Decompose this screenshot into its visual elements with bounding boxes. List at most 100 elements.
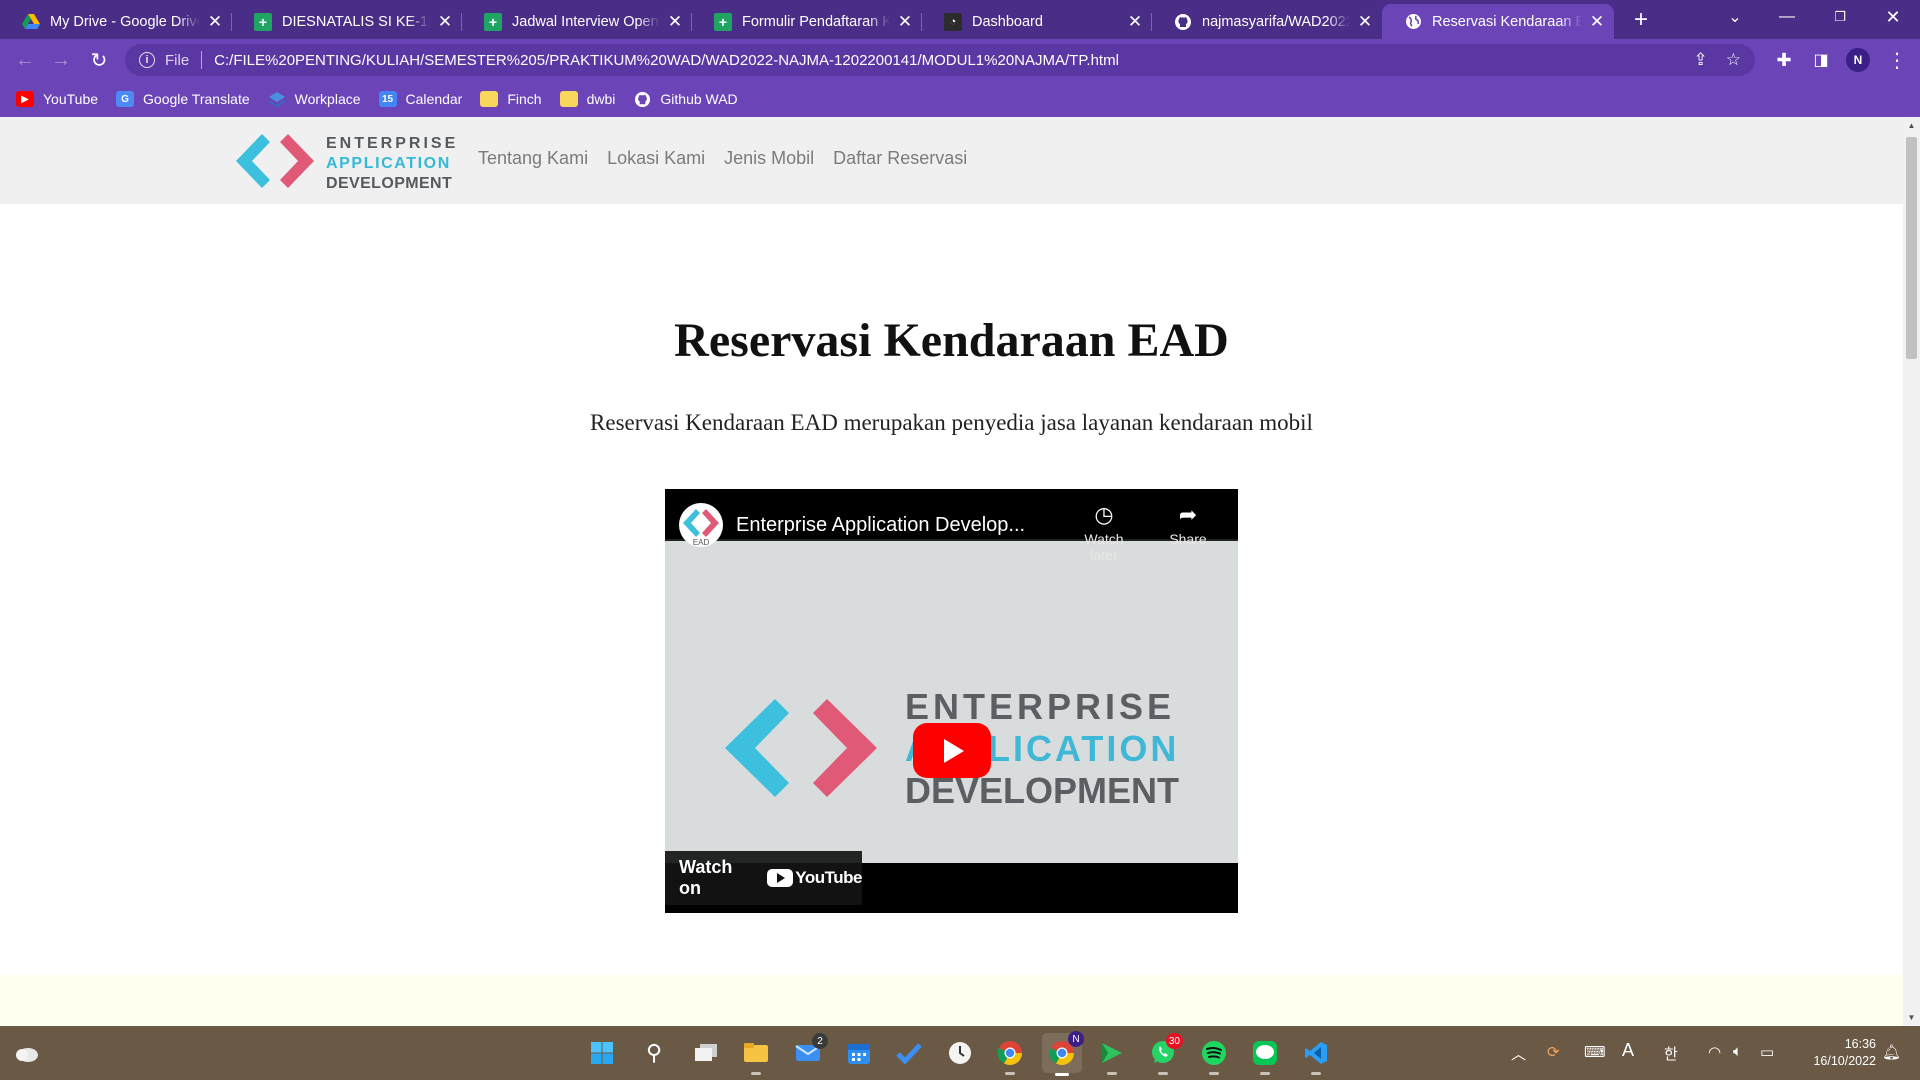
nav-tentang-kami[interactable]: Tentang Kami bbox=[478, 148, 588, 169]
search-icon[interactable]: ⚲ bbox=[638, 1037, 670, 1069]
close-window-button[interactable]: ✕ bbox=[1871, 0, 1915, 34]
close-tab-icon[interactable]: ✕ bbox=[436, 12, 454, 31]
notification-bell-icon[interactable]: 🔔︎ bbox=[1882, 1043, 1901, 1061]
clock-app-icon[interactable] bbox=[944, 1037, 976, 1069]
ime-language-label[interactable]: A bbox=[1622, 1040, 1634, 1061]
back-arrow-icon[interactable]: ← bbox=[10, 45, 40, 75]
close-tab-icon[interactable]: ✕ bbox=[896, 12, 914, 31]
nav-lokasi-kami[interactable]: Lokasi Kami bbox=[607, 148, 705, 169]
browser-toolbar: ← → ↻ i File C:/FILE%20PENTING/KULIAH/SE… bbox=[0, 39, 1920, 81]
close-tab-icon[interactable]: ✕ bbox=[206, 12, 224, 31]
tab-diesnatalis[interactable]: + DIESNATALIS SI KE-15 (2022) ✕ bbox=[232, 4, 462, 39]
bookmark-calendar[interactable]: 15 Calendar bbox=[378, 91, 462, 107]
wifi-icon[interactable]: ◠ bbox=[1708, 1043, 1721, 1061]
app-green-arrow-icon[interactable] bbox=[1096, 1037, 1128, 1075]
watch-on-youtube-button[interactable]: Watch on YouTube bbox=[665, 851, 862, 905]
google-sheets-icon: + bbox=[714, 12, 732, 31]
vscode-icon[interactable] bbox=[1300, 1037, 1332, 1075]
close-tab-icon[interactable]: ✕ bbox=[1126, 12, 1144, 31]
tab-dashboard[interactable]: ◔ Dashboard ✕ bbox=[922, 4, 1152, 39]
bookmark-star-icon[interactable]: ☆ bbox=[1726, 50, 1741, 70]
video-title[interactable]: Enterprise Application Develop... bbox=[736, 514, 1025, 537]
calendar-app-icon[interactable] bbox=[843, 1037, 875, 1069]
tab-google-drive[interactable]: My Drive - Google Drive ✕ bbox=[0, 4, 232, 39]
chrome-icon[interactable] bbox=[994, 1037, 1026, 1075]
tab-github-repo[interactable]: najmasyarifa/WAD2022-NAJMA ✕ bbox=[1152, 4, 1382, 39]
share-page-icon[interactable]: ⇪ bbox=[1694, 50, 1708, 70]
minimize-window-button[interactable]: — bbox=[1765, 0, 1809, 34]
video-top-bar: EAD Enterprise Application Develop... ◷ … bbox=[665, 489, 1238, 563]
browser-tab-strip: My Drive - Google Drive ✕ + DIESNATALIS … bbox=[0, 0, 1920, 39]
tab-reservasi-active[interactable]: Reservasi Kendaraan EAD ✕ bbox=[1382, 4, 1614, 39]
github-icon bbox=[633, 91, 651, 107]
tab-formulir-pendaftaran[interactable]: + Formulir Pendaftaran Kepanitiaan ✕ bbox=[692, 4, 922, 39]
scroll-down-arrow-icon[interactable]: ▼ bbox=[1903, 1009, 1920, 1026]
clock-date: 16/10/2022 bbox=[1813, 1054, 1876, 1068]
todo-check-icon[interactable] bbox=[893, 1037, 925, 1069]
bookmark-label: Google Translate bbox=[143, 91, 250, 107]
youtube-play-icon bbox=[767, 869, 794, 887]
start-windows-icon[interactable] bbox=[586, 1037, 618, 1069]
restore-window-button[interactable]: ❐ bbox=[1818, 0, 1862, 34]
calendar-icon: 15 bbox=[378, 91, 397, 107]
youtube-embed[interactable]: ENTERPRISE APPLICATION DEVELOPMENT EAD E… bbox=[665, 489, 1238, 913]
keyboard-icon[interactable]: ⌨ bbox=[1584, 1043, 1606, 1061]
mail-icon[interactable]: 2 bbox=[792, 1033, 828, 1069]
extensions-puzzle-icon[interactable]: ✚ bbox=[1769, 45, 1799, 75]
play-button[interactable] bbox=[913, 723, 991, 778]
info-icon[interactable]: i bbox=[139, 52, 155, 68]
nav-daftar-reservasi[interactable]: Daftar Reservasi bbox=[833, 148, 967, 169]
video-thumbnail[interactable]: ENTERPRISE APPLICATION DEVELOPMENT bbox=[665, 539, 1238, 863]
forward-arrow-icon[interactable]: → bbox=[46, 45, 76, 75]
new-tab-button[interactable]: + bbox=[1627, 6, 1655, 34]
github-icon bbox=[1174, 13, 1192, 31]
ead-channel-icon: EAD bbox=[683, 509, 719, 547]
bookmark-finch[interactable]: Finch bbox=[480, 91, 542, 107]
tab-jadwal-interview[interactable]: + Jadwal Interview Open Recruitment ✕ bbox=[462, 4, 692, 39]
bookmark-workplace[interactable]: Workplace bbox=[268, 91, 361, 107]
line-messenger-icon[interactable] bbox=[1249, 1037, 1281, 1075]
bookmark-dwbi[interactable]: dwbi bbox=[559, 91, 615, 107]
file-explorer-icon[interactable] bbox=[740, 1037, 772, 1075]
task-view-icon[interactable] bbox=[690, 1037, 722, 1069]
reload-icon[interactable]: ↻ bbox=[84, 45, 114, 75]
bookmark-github-wad[interactable]: Github WAD bbox=[633, 91, 738, 107]
korean-ime-label[interactable]: 한 bbox=[1664, 1043, 1678, 1064]
tab-title: najmasyarifa/WAD2022-NAJMA bbox=[1202, 13, 1350, 30]
chrome-profile-badge: N bbox=[1068, 1031, 1084, 1047]
page-scrollbar[interactable]: ▲ ▼ bbox=[1903, 117, 1920, 1026]
weather-cloud-icon[interactable] bbox=[10, 1037, 42, 1069]
address-bar[interactable]: i File C:/FILE%20PENTING/KULIAH/SEMESTER… bbox=[125, 44, 1755, 76]
watch-later-button[interactable]: ◷ Watch later bbox=[1069, 502, 1139, 563]
bookmark-youtube[interactable]: ▶ YouTube bbox=[16, 91, 98, 107]
share-arrow-icon: ➦ bbox=[1178, 502, 1198, 527]
channel-avatar[interactable]: EAD bbox=[679, 503, 723, 547]
whatsapp-icon[interactable]: 30 bbox=[1147, 1033, 1183, 1075]
share-button[interactable]: ➦ Share bbox=[1153, 502, 1223, 547]
bookmark-label: Github WAD bbox=[660, 91, 738, 107]
tab-title: Jadwal Interview Open Recruitment bbox=[512, 13, 660, 30]
scrollbar-thumb[interactable] bbox=[1906, 137, 1917, 359]
bookmark-label: YouTube bbox=[43, 91, 99, 107]
tab-search-chevron-icon[interactable]: ⌄ bbox=[1713, 0, 1757, 34]
close-tab-icon[interactable]: ✕ bbox=[666, 12, 684, 31]
nav-jenis-mobil[interactable]: Jenis Mobil bbox=[724, 148, 814, 169]
profile-avatar[interactable]: N bbox=[1846, 48, 1870, 72]
chrome-profile-icon[interactable]: N bbox=[1042, 1031, 1084, 1076]
side-panel-icon[interactable]: ◨ bbox=[1806, 45, 1836, 75]
scroll-up-arrow-icon[interactable]: ▲ bbox=[1903, 117, 1920, 134]
bookmark-label: Workplace bbox=[294, 91, 361, 107]
url-text[interactable]: C:/FILE%20PENTING/KULIAH/SEMESTER%205/PR… bbox=[214, 52, 1119, 69]
show-hidden-icons-chevron-icon[interactable]: ︿ bbox=[1511, 1043, 1526, 1064]
volume-icon[interactable]: 🔈︎ bbox=[1733, 1043, 1742, 1060]
browser-menu-icon[interactable]: ⋮ bbox=[1882, 45, 1912, 75]
tab-title: My Drive - Google Drive bbox=[50, 13, 200, 30]
bookmark-google-translate[interactable]: G Google Translate bbox=[116, 91, 250, 107]
spotify-icon[interactable] bbox=[1198, 1037, 1230, 1075]
ead-logo[interactable]: ENTERPRISE APPLICATION DEVELOPMENT bbox=[236, 132, 455, 192]
sync-icon[interactable]: ⟳ bbox=[1547, 1043, 1560, 1061]
system-clock[interactable]: 16:36 16/10/2022 bbox=[1800, 1036, 1876, 1070]
close-tab-icon[interactable]: ✕ bbox=[1588, 12, 1606, 31]
close-tab-icon[interactable]: ✕ bbox=[1356, 12, 1374, 31]
battery-icon[interactable]: ▭ bbox=[1760, 1043, 1774, 1061]
